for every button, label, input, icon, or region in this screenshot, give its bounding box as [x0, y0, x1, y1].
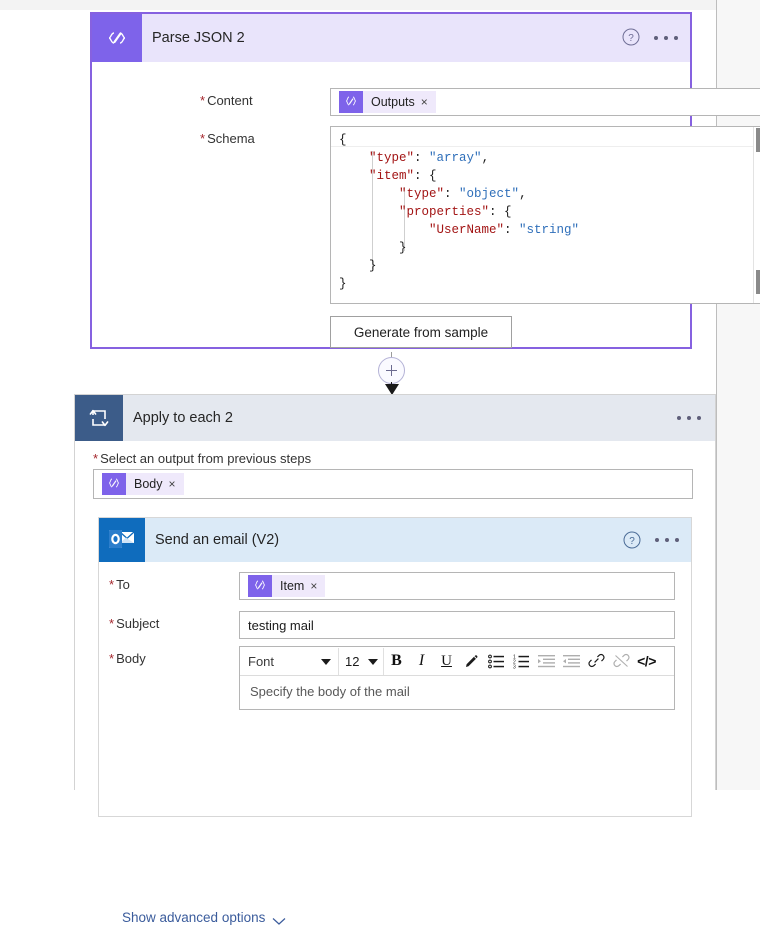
show-advanced-options-label: Show advanced options: [122, 910, 266, 925]
content-token-label: Outputs: [371, 95, 415, 109]
parse-json-header[interactable]: Parse JSON 2 ?: [92, 14, 690, 62]
parse-json-title: Parse JSON 2: [152, 30, 245, 46]
loop-icon: [75, 395, 123, 441]
select-output-input[interactable]: Body ×: [93, 469, 693, 499]
remove-token-icon[interactable]: ×: [421, 95, 436, 109]
font-size-select[interactable]: 12: [339, 648, 383, 675]
right-side-panel: [716, 0, 760, 790]
apply-to-each-title: Apply to each 2: [133, 410, 233, 426]
apply-to-each-header[interactable]: Apply to each 2: [75, 395, 715, 441]
svg-text:3: 3: [513, 664, 516, 669]
schema-label: * Schema: [200, 131, 255, 146]
schema-editor[interactable]: { "type": "array", "item": { "type": "ob…: [330, 126, 760, 304]
plus-circle-icon[interactable]: [378, 357, 405, 384]
to-token[interactable]: Item ×: [248, 575, 326, 597]
more-options-icon[interactable]: [677, 409, 701, 427]
subject-label: * Subject: [109, 616, 160, 631]
bold-label: B: [391, 652, 402, 669]
bold-button[interactable]: B: [384, 648, 409, 675]
chevron-down-icon: [272, 914, 286, 925]
link-icon[interactable]: [584, 648, 609, 675]
content-token[interactable]: Outputs ×: [339, 91, 436, 113]
code-view-icon[interactable]: </>: [634, 648, 659, 675]
send-email-title: Send an email (V2): [155, 532, 280, 548]
required-asterisk: *: [200, 93, 206, 108]
select-output-token[interactable]: Body ×: [102, 473, 184, 495]
show-advanced-options[interactable]: Show advanced options: [122, 910, 286, 925]
rich-text-toolbar[interactable]: Font 12 B I U 1 2 3 </>: [240, 647, 674, 676]
chevron-down-icon: [321, 658, 331, 665]
content-input[interactable]: Outputs ×: [330, 88, 760, 116]
help-circle-icon[interactable]: ?: [623, 531, 641, 549]
to-label: * To: [109, 577, 130, 592]
italic-button[interactable]: I: [409, 648, 434, 675]
body-placeholder[interactable]: Specify the body of the mail: [240, 676, 674, 709]
more-options-icon[interactable]: [654, 29, 678, 47]
generate-from-sample-button[interactable]: Generate from sample: [330, 316, 512, 348]
bulleted-list-icon[interactable]: [484, 648, 509, 675]
apply-to-each-card[interactable]: Apply to each 2 * Select an output from p…: [74, 394, 716, 925]
content-label: * Content: [200, 93, 253, 108]
outlook-icon: [99, 518, 145, 562]
font-size-value: 12: [345, 653, 360, 669]
required-asterisk: *: [200, 131, 206, 146]
apply-to-each-body: * Select an output from previous steps Bo…: [75, 441, 715, 925]
json-braces-icon: [92, 14, 142, 62]
svg-text:?: ?: [629, 536, 635, 547]
schema-scrollbar[interactable]: [753, 127, 760, 303]
body-rich-text-editor[interactable]: Font 12 B I U 1 2 3 </> Specify the body…: [239, 646, 675, 710]
indent-icon[interactable]: [534, 648, 559, 675]
expression-icon: [102, 473, 126, 495]
expression-icon: [248, 575, 272, 597]
remove-token-icon[interactable]: ×: [310, 579, 325, 593]
font-family-value: Font: [248, 653, 275, 669]
outdent-icon[interactable]: [559, 648, 584, 675]
to-token-label: Item: [280, 579, 305, 593]
font-family-select[interactable]: Font: [240, 648, 338, 675]
send-email-header[interactable]: Send an email (V2) ?: [99, 518, 691, 562]
italic-label: I: [418, 652, 425, 669]
more-options-icon[interactable]: [655, 531, 679, 549]
top-background-strip: [0, 0, 760, 10]
step-connector[interactable]: [378, 352, 406, 396]
select-output-label: * Select an output from previous steps: [93, 451, 312, 466]
select-output-token-label: Body: [134, 477, 163, 491]
svg-text:?: ?: [628, 33, 634, 44]
scrollbar-thumb-top[interactable]: [756, 128, 760, 152]
required-asterisk: *: [109, 651, 115, 666]
code-label: </>: [637, 653, 656, 669]
numbered-list-icon[interactable]: 1 2 3: [509, 648, 534, 675]
remove-token-icon[interactable]: ×: [169, 477, 184, 491]
parse-json-card[interactable]: Parse JSON 2 ? * Content Outputs × * Sch…: [90, 12, 760, 349]
schema-json-text[interactable]: { "type": "array", "item": { "type": "ob…: [339, 131, 745, 293]
required-asterisk: *: [109, 577, 115, 592]
highlighter-icon[interactable]: [459, 648, 484, 675]
required-asterisk: *: [109, 616, 115, 631]
body-label: * Body: [109, 651, 146, 666]
underline-button[interactable]: U: [434, 648, 459, 675]
chevron-down-icon: [368, 658, 378, 665]
expression-icon: [339, 91, 363, 113]
underline-label: U: [441, 652, 452, 669]
help-circle-icon[interactable]: ?: [622, 28, 640, 46]
scrollbar-thumb-bottom[interactable]: [756, 270, 760, 294]
required-asterisk: *: [93, 451, 99, 466]
subject-input[interactable]: testing mail: [239, 611, 675, 639]
send-email-card[interactable]: Send an email (V2) ? * To Item × * Subje…: [98, 517, 692, 925]
unlink-icon[interactable]: [609, 648, 634, 675]
to-input[interactable]: Item ×: [239, 572, 675, 600]
